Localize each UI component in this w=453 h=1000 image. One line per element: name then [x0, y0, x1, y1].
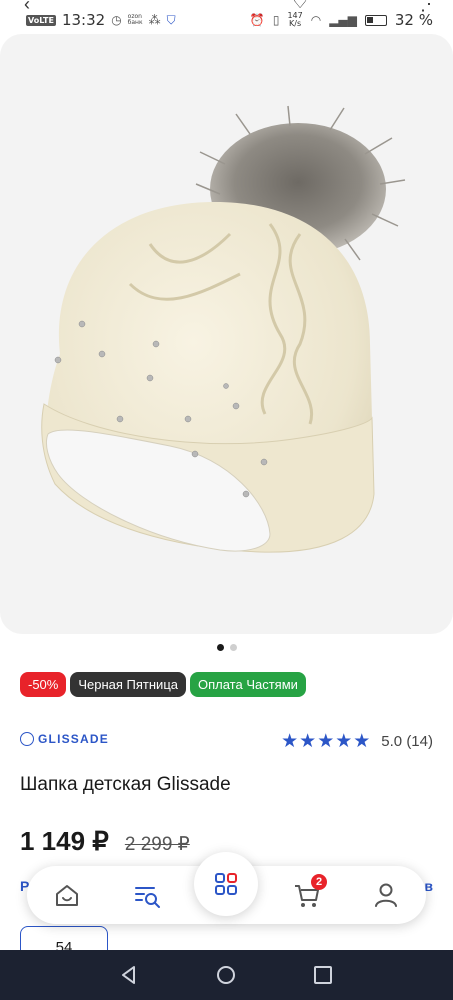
home-nav-icon[interactable]: [215, 964, 237, 986]
brand-link[interactable]: GLISSADE: [20, 732, 109, 746]
installments-badge: Оплата Частями: [190, 672, 306, 697]
favorite-icon[interactable]: ♡: [292, 0, 308, 12]
old-price: 2 299 ₽: [124, 834, 190, 855]
vibrate-icon: ▯: [272, 13, 280, 27]
price-row: 1 149 ₽ 2 299 ₽: [20, 826, 190, 857]
cart-count-badge: 2: [311, 874, 327, 890]
ozon-bank-icon: ozon банк: [127, 13, 143, 26]
brand-name: GLISSADE: [38, 732, 109, 746]
share-icon[interactable]: ⋰: [420, 0, 438, 14]
grid-icon: [215, 873, 237, 895]
recents-nav-icon[interactable]: [312, 964, 334, 986]
product-image-gallery[interactable]: [0, 34, 453, 634]
app-notification-icon: ⁂: [148, 13, 161, 27]
brand-logo-icon: [20, 732, 34, 746]
home-icon[interactable]: [52, 880, 82, 910]
bottom-navigation: 2: [27, 852, 426, 924]
product-image-hat: [41, 105, 406, 553]
signal-icon: ▂▄▆: [329, 13, 357, 27]
product-title: Шапка детская Glissade: [20, 774, 231, 795]
rating-text: 5.0 (14): [381, 733, 433, 750]
alarm-icon: ◷: [111, 13, 122, 27]
pagination-dot-active[interactable]: [216, 644, 224, 651]
alarm-clock-icon: ⏰: [249, 13, 265, 27]
wifi-icon: ◠: [310, 13, 322, 27]
back-icon[interactable]: ‹: [24, 0, 30, 14]
gallery-pagination: [0, 644, 453, 651]
discount-badge: -50%: [20, 672, 67, 697]
rating-link[interactable]: ★★★★★ 5.0 (14): [281, 730, 433, 753]
status-time: 13:32: [61, 11, 106, 29]
catalog-search-icon[interactable]: [132, 880, 162, 910]
black-friday-badge: Черная Пятница: [70, 672, 186, 697]
battery-icon: [364, 14, 387, 26]
volte-indicator: VoLTE: [26, 14, 56, 26]
system-navigation-bar: [0, 950, 453, 1000]
network-speed: 147 K/s: [287, 11, 303, 28]
rating-stars: ★★★★★: [281, 731, 372, 752]
pagination-dot[interactable]: [229, 644, 237, 651]
profile-icon[interactable]: [371, 880, 401, 910]
promo-badges: -50% Черная Пятница Оплата Частями: [20, 672, 306, 697]
shield-icon: ⛉: [166, 12, 176, 27]
current-price: 1 149 ₽: [20, 826, 109, 856]
apps-button[interactable]: [194, 852, 258, 916]
back-nav-icon[interactable]: [118, 964, 140, 986]
cart-button[interactable]: 2: [292, 874, 327, 910]
